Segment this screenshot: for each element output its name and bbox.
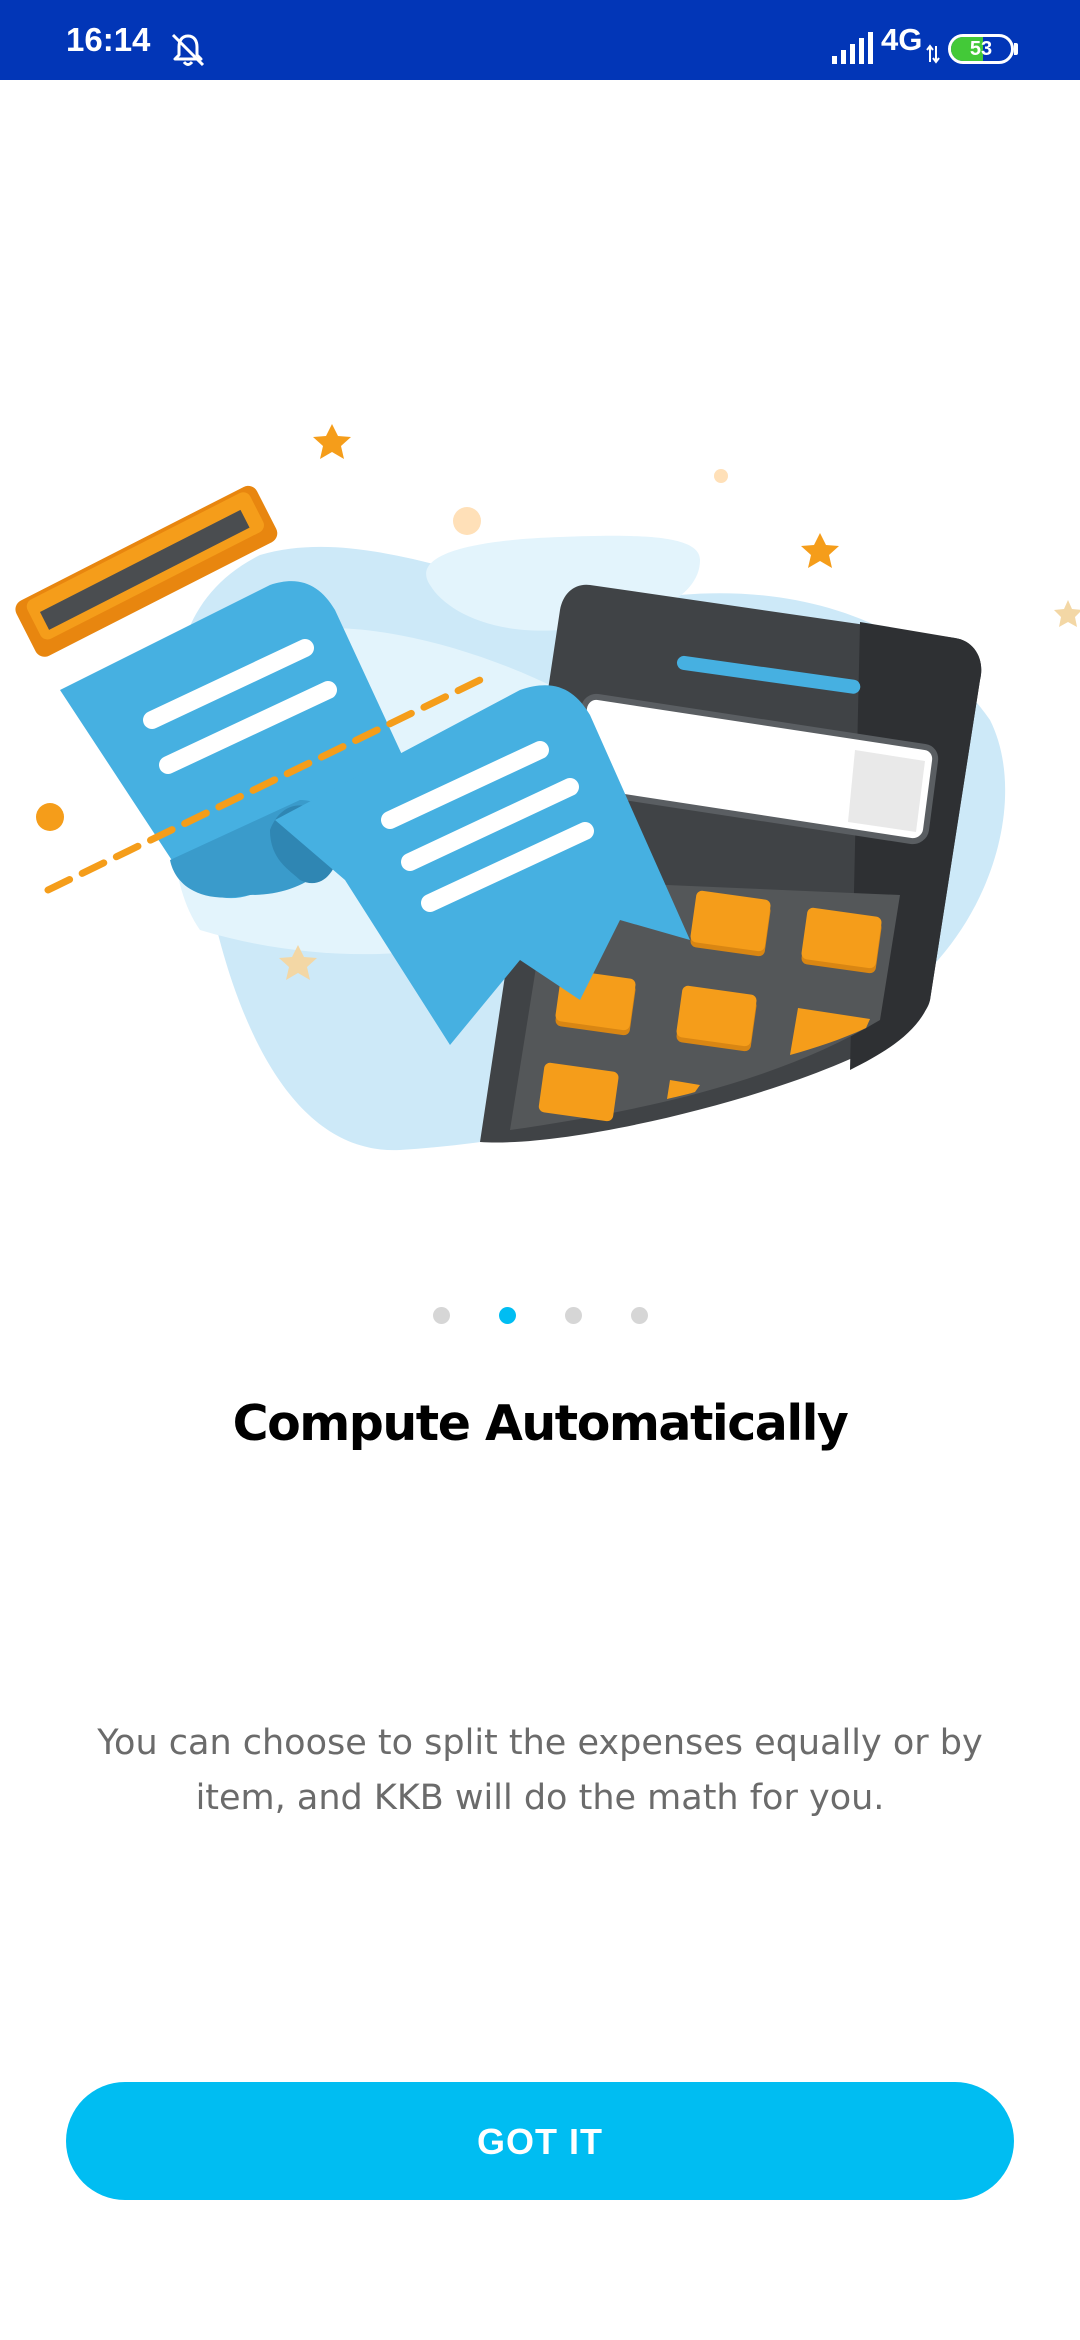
status-bar: 16:14 4G 53 — [0, 0, 1080, 80]
page-dot-active — [498, 1307, 516, 1324]
page-description: You can choose to split the expenses equ… — [97, 1723, 983, 1818]
star-icon — [801, 533, 839, 568]
signal-icon — [832, 32, 873, 64]
battery-icon: 53 — [948, 34, 1014, 64]
do-not-disturb-icon — [171, 33, 205, 67]
star-icon — [1054, 600, 1080, 627]
dot-decoration — [36, 803, 64, 831]
dot-decoration — [714, 469, 728, 483]
battery-level-label: 53 — [969, 38, 993, 60]
status-time: 16:14 — [66, 21, 151, 58]
page-dot — [432, 1307, 450, 1324]
page-dot — [564, 1307, 582, 1324]
battery-tip — [1014, 43, 1018, 55]
page-dot — [630, 1307, 648, 1324]
star-icon — [313, 424, 351, 459]
network-type-label: 4G — [881, 22, 923, 57]
got-it-button[interactable]: GOT IT — [66, 2082, 1014, 2200]
data-arrows-icon — [926, 44, 940, 64]
dot-decoration — [453, 507, 481, 535]
page-indicator — [0, 1304, 1080, 1324]
receipt-calculator-illustration — [15, 424, 1080, 1151]
page-title: Compute Automatically — [232, 1395, 849, 1452]
